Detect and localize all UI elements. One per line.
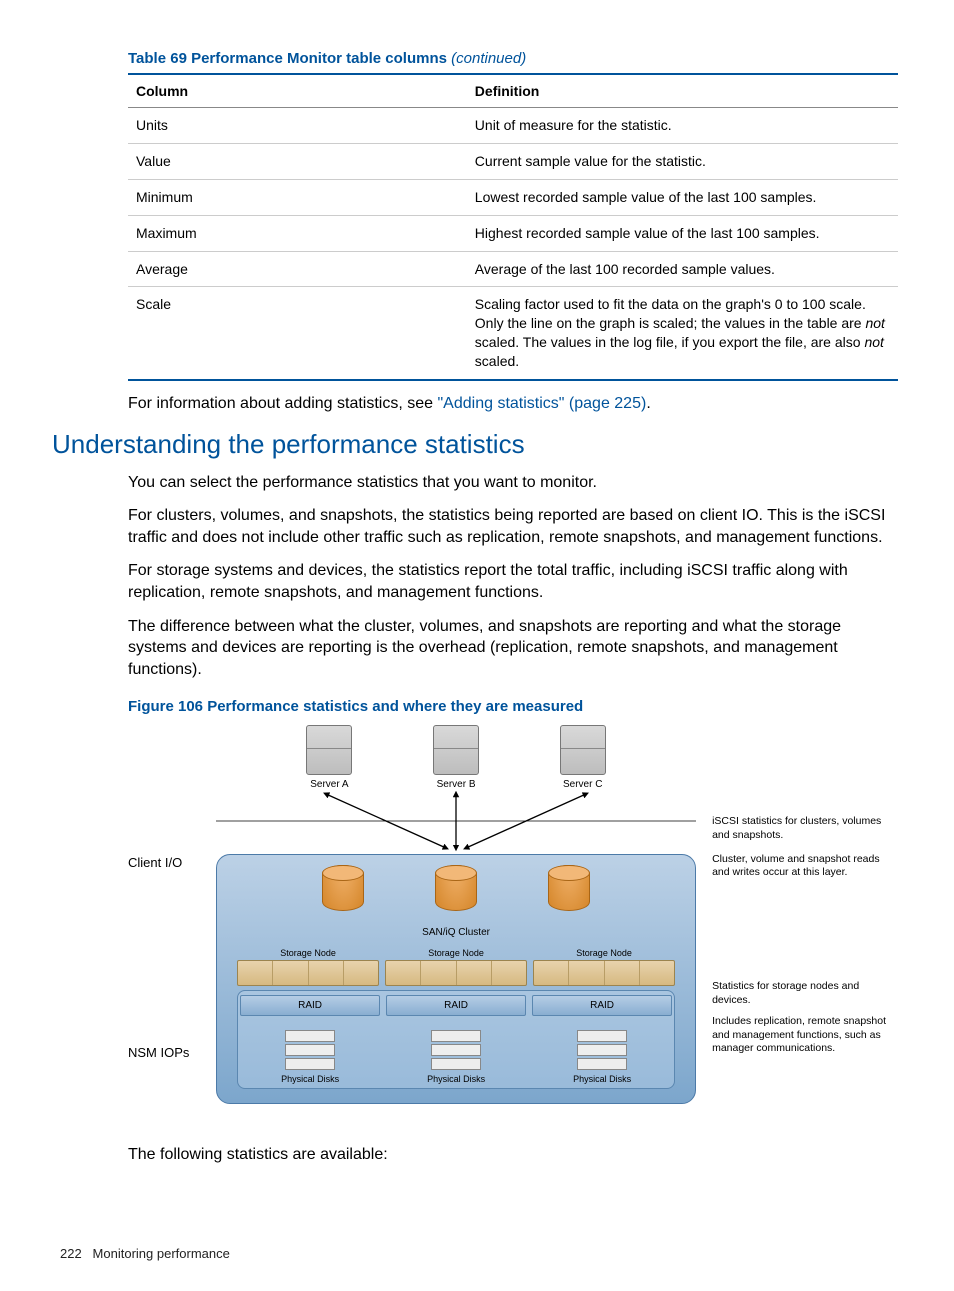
cell-column: Maximum <box>128 215 467 251</box>
raid-row: RAID Physical Disks RAID Physical Disks … <box>237 990 675 1089</box>
th-column: Column <box>128 74 467 108</box>
cell-column: Units <box>128 108 467 144</box>
storage-node-label: Storage Node <box>533 948 675 958</box>
table-row: Minimum Lowest recorded sample value of … <box>128 179 898 215</box>
volume-icon <box>548 865 590 911</box>
link-adding-statistics[interactable]: "Adding statistics" (page 225) <box>438 395 647 412</box>
cell-column: Minimum <box>128 179 467 215</box>
note-includes: Includes replication, remote snapshot an… <box>712 1015 898 1056</box>
server-label: Server A <box>306 779 352 790</box>
server-a: Server A <box>306 725 352 790</box>
server-b: Server B <box>433 725 479 790</box>
arrows-icon <box>216 786 696 856</box>
cell-definition: Lowest recorded sample value of the last… <box>467 179 898 215</box>
volume-icon <box>435 865 477 911</box>
cell-definition: Average of the last 100 recorded sample … <box>467 251 898 287</box>
disk-stack-icon <box>431 1030 481 1070</box>
server-label: Server C <box>560 779 606 790</box>
figure-caption: Figure 106 Performance statistics and wh… <box>128 698 894 715</box>
disk-stack-icon <box>285 1030 335 1070</box>
disk-stack-icon <box>577 1030 627 1070</box>
storage-node: Storage Node <box>237 948 379 986</box>
storage-node-label: Storage Node <box>237 948 379 958</box>
label-nsm-iops: NSM IOPs <box>128 1045 216 1060</box>
cell-definition: Current sample value for the statistic. <box>467 143 898 179</box>
paragraph: You can select the performance statistic… <box>128 472 898 494</box>
table-caption-continued: (continued) <box>451 50 526 67</box>
raid-box: RAID <box>532 995 672 1016</box>
raid-box: RAID <box>386 995 526 1016</box>
diagram-center: Server A Server B Server C <box>216 725 696 1104</box>
server-icon <box>560 725 606 775</box>
note-layer: Cluster, volume and snapshot reads and w… <box>712 853 898 880</box>
storage-node-icon <box>385 960 527 986</box>
note-iscsi-stats: iSCSI statistics for clusters, volumes a… <box>712 815 898 842</box>
raid-box: RAID <box>240 995 380 1016</box>
text: For information about adding statistics,… <box>128 395 438 412</box>
cluster-panel: SAN/iQ Cluster Storage Node Storage Node… <box>216 854 696 1104</box>
page-number: 222 <box>60 1246 82 1261</box>
storage-node-icon <box>533 960 675 986</box>
text: . <box>646 395 650 412</box>
storage-node: Storage Node <box>385 948 527 986</box>
section-heading: Understanding the performance statistics <box>52 429 894 460</box>
storage-node-icon <box>237 960 379 986</box>
volume-icon <box>322 865 364 911</box>
table-caption-prefix: Table 69 Performance Monitor table colum… <box>128 50 451 67</box>
cell-definition: Unit of measure for the statistic. <box>467 108 898 144</box>
server-c: Server C <box>560 725 606 790</box>
cell-column: Scale <box>128 287 467 380</box>
saniq-cluster-label: SAN/iQ Cluster <box>237 927 675 938</box>
cell-column: Average <box>128 251 467 287</box>
table-row: Value Current sample value for the stati… <box>128 143 898 179</box>
document-page: Table 69 Performance Monitor table colum… <box>0 0 954 1291</box>
label-client-io: Client I/O <box>128 855 216 870</box>
physical-disks-label: Physical Disks <box>386 1074 526 1084</box>
diagram-side-notes: iSCSI statistics for clusters, volumes a… <box>696 725 898 1056</box>
cell-definition: Highest recorded sample value of the las… <box>467 215 898 251</box>
th-definition: Definition <box>467 74 898 108</box>
storage-node-label: Storage Node <box>385 948 527 958</box>
server-icon <box>433 725 479 775</box>
server-label: Server B <box>433 779 479 790</box>
paragraph: For clusters, volumes, and snapshots, th… <box>128 505 898 548</box>
footer-title: Monitoring performance <box>93 1246 230 1261</box>
table-69: Column Definition Units Unit of measure … <box>128 73 898 381</box>
physical-disks-label: Physical Disks <box>240 1074 380 1084</box>
physical-disks-label: Physical Disks <box>532 1074 672 1084</box>
cell-column: Value <box>128 143 467 179</box>
cell-definition: Scaling factor used to fit the data on t… <box>467 287 898 380</box>
figure-106: Client I/O NSM IOPs Server A Server B <box>128 725 898 1104</box>
table-row: Maximum Highest recorded sample value of… <box>128 215 898 251</box>
table-row: Units Unit of measure for the statistic. <box>128 108 898 144</box>
note-storage-stats: Statistics for storage nodes and devices… <box>712 980 898 1007</box>
page-footer: 222 Monitoring performance <box>60 1246 894 1261</box>
storage-node: Storage Node <box>533 948 675 986</box>
paragraph-link: For information about adding statistics,… <box>128 393 898 415</box>
paragraph-closing: The following statistics are available: <box>128 1144 898 1166</box>
table-row: Scale Scaling factor used to fit the dat… <box>128 287 898 380</box>
paragraph: The difference between what the cluster,… <box>128 616 898 681</box>
diagram-left-labels: Client I/O NSM IOPs <box>128 725 216 1060</box>
table-caption: Table 69 Performance Monitor table colum… <box>128 50 894 67</box>
server-icon <box>306 725 352 775</box>
table-row: Average Average of the last 100 recorded… <box>128 251 898 287</box>
paragraph: For storage systems and devices, the sta… <box>128 560 898 603</box>
